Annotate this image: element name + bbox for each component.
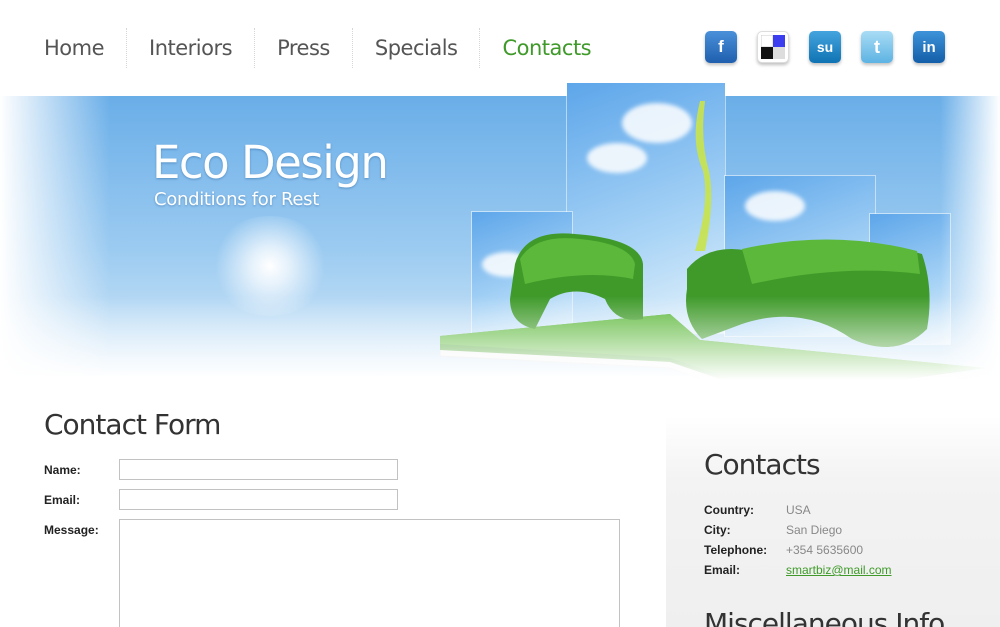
email-field[interactable] [119, 489, 398, 510]
contacts-title: Contacts [704, 448, 821, 481]
info-value: San Diego [786, 523, 843, 537]
contact-form-title: Contact Form [44, 408, 221, 441]
social-links: f su t in [705, 31, 945, 63]
nav-item-press[interactable]: Press [255, 28, 353, 68]
info-key: Country: [704, 503, 754, 517]
nav-menu: Home Interiors Press Specials Contacts [22, 28, 613, 68]
nav-item-specials[interactable]: Specials [353, 28, 481, 68]
message-field[interactable] [119, 519, 620, 627]
info-key: Email: [704, 563, 741, 577]
name-label: Name: [44, 463, 81, 477]
misc-info-title: Miscellaneous Info [704, 607, 945, 627]
cloud [587, 143, 647, 173]
nav-item-home[interactable]: Home [22, 28, 128, 68]
stumbleupon-icon[interactable]: su [809, 31, 841, 63]
email-label: Email: [44, 493, 81, 507]
top-navigation: Home Interiors Press Specials Contacts f… [0, 0, 1000, 96]
info-key: City: [704, 523, 731, 537]
nav-item-contacts[interactable]: Contacts [480, 28, 613, 68]
hero-title: Eco Design [152, 136, 389, 189]
delicious-glyph [761, 35, 785, 59]
delicious-icon[interactable] [757, 31, 789, 63]
nav-item-interiors[interactable]: Interiors [127, 28, 256, 68]
hero-fade [0, 296, 1000, 416]
name-field[interactable] [119, 459, 398, 480]
info-value: +354 5635600 [786, 543, 864, 557]
message-label: Message: [44, 523, 99, 537]
cloud [745, 191, 805, 221]
email-link[interactable]: smartbiz@mail.com [786, 563, 892, 577]
cloud [622, 103, 692, 143]
hero-edge-right [940, 96, 1000, 386]
hero-banner: Eco Design Conditions for Rest [0, 83, 1000, 416]
twitter-icon[interactable]: t [861, 31, 893, 63]
info-key: Telephone: [704, 543, 768, 557]
hero-edge-left [0, 96, 110, 386]
linkedin-icon[interactable]: in [913, 31, 945, 63]
info-value: USA [786, 503, 811, 517]
hero-subtitle: Conditions for Rest [154, 189, 319, 210]
facebook-icon[interactable]: f [705, 31, 737, 63]
plant-stalk [695, 101, 712, 251]
